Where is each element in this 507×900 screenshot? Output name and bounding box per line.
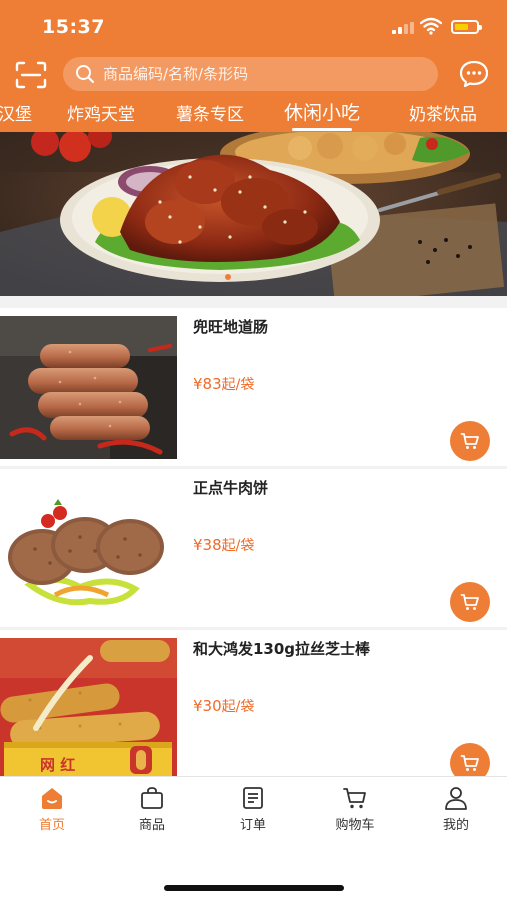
cart-icon — [343, 788, 366, 809]
search-row — [0, 56, 507, 92]
product-name: 兜旺地道肠 — [193, 318, 269, 336]
status-bar: 15:37 — [0, 0, 507, 52]
order-icon — [243, 787, 263, 809]
add-to-cart-button[interactable] — [450, 421, 490, 461]
search-icon — [76, 65, 94, 83]
home-icon — [42, 788, 62, 809]
home-indicator[interactable] — [164, 885, 344, 891]
app-screen: 15:37 商品编码/名称/条形码 汉堡 炸鸡天堂 薯条专区 休闲小吃 奶茶饮品… — [0, 0, 507, 900]
category-tab-snacks[interactable]: 休闲小吃 — [284, 98, 361, 131]
product-name: 和大鸿发130g拉丝芝士棒 — [193, 640, 371, 658]
cart-icon — [460, 594, 479, 610]
category-tab-milk-tea[interactable]: 奶茶饮品 — [409, 100, 477, 125]
message-icon[interactable] — [459, 60, 489, 88]
search-input[interactable] — [103, 57, 423, 91]
price-unit: 起/袋 — [221, 699, 255, 715]
profile-icon — [445, 787, 467, 810]
banner-image — [0, 132, 507, 296]
cart-icon — [460, 755, 479, 771]
tab-label: 订单 — [239, 818, 266, 833]
tab-profile[interactable]: 我的 — [416, 785, 496, 833]
product-price: ¥83起/袋 — [193, 374, 254, 394]
product-price: ¥38起/袋 — [193, 535, 254, 555]
home-indicator-area — [0, 838, 507, 900]
scan-icon[interactable] — [14, 60, 48, 90]
product-list: 兜旺地道肠 ¥83起/袋 正点牛肉饼 ¥38起/袋 网 红 和大鸿发130g拉丝… — [0, 308, 507, 776]
category-tab-fried-chicken[interactable]: 炸鸡天堂 — [67, 100, 135, 125]
cart-icon — [460, 433, 479, 449]
battery-icon — [451, 20, 482, 34]
category-bar: 汉堡 炸鸡天堂 薯条专区 休闲小吃 奶茶饮品 — [0, 96, 507, 132]
tab-label: 商品 — [138, 818, 165, 833]
product-card[interactable]: 兜旺地道肠 ¥83起/袋 — [0, 308, 507, 466]
product-image-cheese-stick: 网 红 — [0, 638, 177, 776]
promo-banner[interactable] — [0, 132, 507, 296]
category-tab-hamburger[interactable]: 汉堡 — [0, 100, 32, 125]
header: 15:37 商品编码/名称/条形码 汉堡 炸鸡天堂 薯条专区 休闲小吃 奶茶饮品 — [0, 0, 507, 132]
product-name: 正点牛肉饼 — [193, 479, 269, 497]
price-unit: 起/袋 — [221, 377, 255, 393]
product-card[interactable]: 正点牛肉饼 ¥38起/袋 — [0, 469, 507, 627]
status-time: 15:37 — [42, 16, 105, 38]
signal-icon — [392, 22, 414, 34]
product-image-sausage — [0, 316, 177, 459]
tab-orders[interactable]: 订单 — [213, 785, 293, 833]
tab-cart[interactable]: 购物车 — [315, 785, 395, 833]
product-image-beef-patty — [0, 477, 177, 620]
add-to-cart-button[interactable] — [450, 743, 490, 776]
price-unit: 起/袋 — [221, 538, 255, 554]
bottom-tab-bar: 首页 商品 订单 购物车 我的 — [0, 776, 507, 838]
tab-label: 首页 — [38, 818, 65, 833]
search-box[interactable] — [63, 57, 438, 91]
svg-text:网 红: 网 红 — [40, 756, 75, 774]
wifi-icon — [420, 17, 442, 35]
price-value: ¥38 — [193, 536, 222, 554]
product-price: ¥30起/袋 — [193, 696, 254, 716]
price-value: ¥83 — [193, 375, 222, 393]
add-to-cart-button[interactable] — [450, 582, 490, 622]
category-tab-fries[interactable]: 薯条专区 — [176, 100, 244, 125]
tab-label: 我的 — [442, 818, 469, 833]
product-card[interactable]: 网 红 和大鸿发130g拉丝芝士棒 ¥30起/袋 — [0, 630, 507, 776]
category-tab-snacks-label: 休闲小吃 — [284, 102, 361, 124]
tab-label: 购物车 — [335, 818, 375, 833]
price-value: ¥30 — [193, 697, 222, 715]
bag-icon — [141, 787, 163, 809]
active-tab-underline — [292, 128, 353, 131]
tab-products[interactable]: 商品 — [112, 785, 192, 833]
tab-home[interactable]: 首页 — [12, 785, 92, 833]
